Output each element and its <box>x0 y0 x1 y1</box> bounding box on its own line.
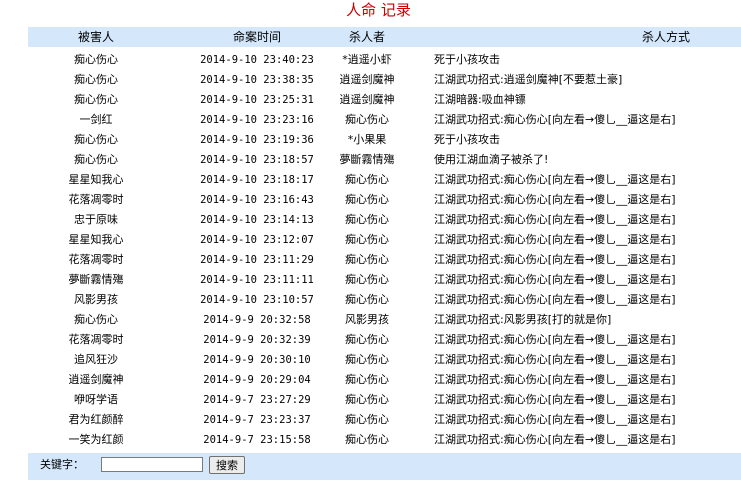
table-row: 风影男孩 2014-9-10 23:10:57 痴心伤心 江湖武功招式:痴心伤心[向左… <box>28 290 741 310</box>
victim-cell: 痴心伤心 <box>74 153 118 166</box>
search-button[interactable]: 搜索 <box>209 456 245 474</box>
table-row: 痴心伤心 2014-9-9 20:32:58 风影男孩 江湖武功招式:风影男孩[打的就… <box>28 310 741 330</box>
killer-cell: 痴心伤心 <box>345 393 389 406</box>
killer-cell: *逍遥小虾 <box>342 53 392 66</box>
killer-cell: 痴心伤心 <box>345 293 389 306</box>
method-cell: 江湖武功招式:痴心伤心[向左看→傻乚__逼这是右] <box>434 373 676 386</box>
killer-cell: 痴心伤心 <box>345 433 389 446</box>
method-cell: 江湖武功招式:痴心伤心[向左看→傻乚__逼这是右] <box>434 273 676 286</box>
method-cell: 江湖武功招式:痴心伤心[向左看→傻乚__逼这是右] <box>434 113 676 126</box>
victim-cell: 一剑红 <box>79 113 113 126</box>
victim-cell: 咿呀学语 <box>74 393 118 406</box>
killer-cell: 夢斷霧情殤 <box>339 153 395 166</box>
method-cell: 江湖武功招式:痴心伤心[向左看→傻乚__逼这是右] <box>434 173 676 186</box>
method-cell: 江湖暗器:吸血神镖 <box>434 93 526 106</box>
method-cell: 江湖武功招式:痴心伤心[向左看→傻乚__逼这是右] <box>434 193 676 206</box>
victim-cell: 痴心伤心 <box>74 53 118 66</box>
killer-cell: 痴心伤心 <box>345 193 389 206</box>
table-header: 被害人 命案时间 杀人者 杀人方式 <box>28 27 741 47</box>
method-cell: 江湖武功招式:风影男孩[打的就是你] <box>434 313 612 326</box>
victim-cell: 花落凋零时 <box>68 193 124 206</box>
header-victim: 被害人 <box>77 30 114 44</box>
method-cell: 江湖武功招式:痴心伤心[向左看→傻乚__逼这是右] <box>434 213 676 226</box>
method-cell: 江湖武功招式:痴心伤心[向左看→傻乚__逼这是右] <box>434 293 676 306</box>
killer-cell: 逍遥剑魔神 <box>339 93 395 106</box>
killer-cell: 痴心伤心 <box>345 113 389 126</box>
victim-cell: 星星知我心 <box>68 233 124 246</box>
victim-cell: 痴心伤心 <box>74 313 118 326</box>
victim-cell: 花落凋零时 <box>68 333 124 346</box>
table-row: 花落凋零时 2014-9-10 23:16:43 痴心伤心 江湖武功招式:痴心伤心[向… <box>28 190 741 210</box>
method-cell: 江湖武功招式:痴心伤心[向左看→傻乚__逼这是右] <box>434 413 676 426</box>
victim-cell: 痴心伤心 <box>74 73 118 86</box>
table-row: 痴心伤心 2014-9-10 23:19:36 *小果果 死于小孩攻击 <box>28 130 741 150</box>
method-cell: 江湖武功招式:痴心伤心[向左看→傻乚__逼这是右] <box>434 433 676 446</box>
victim-cell: 痴心伤心 <box>74 93 118 106</box>
killer-cell: 痴心伤心 <box>345 253 389 266</box>
table-row: 君为红颜醉 2014-9-7 23:23:37 痴心伤心 江湖武功招式:痴心伤心[向左… <box>28 410 741 430</box>
victim-cell: 痴心伤心 <box>74 133 118 146</box>
killer-cell: 痴心伤心 <box>345 233 389 246</box>
killer-cell: 痴心伤心 <box>345 213 389 226</box>
table-row: 星星知我心 2014-9-10 23:12:07 痴心伤心 江湖武功招式:痴心伤心[向… <box>28 230 741 250</box>
killer-cell: 痴心伤心 <box>345 173 389 186</box>
method-cell: 江湖武功招式:逍遥剑魔神[不要惹土豪] <box>434 73 623 86</box>
search-bar: 关键字： 搜索 <box>28 453 741 480</box>
table-row: 痴心伤心 2014-9-10 23:38:35 逍遥剑魔神 江湖武功招式:逍遥剑魔神[… <box>28 70 741 90</box>
victim-cell: 忠于原味 <box>74 213 118 226</box>
killer-cell: 痴心伤心 <box>345 273 389 286</box>
killer-cell: 风影男孩 <box>345 313 389 326</box>
method-cell: 江湖武功招式:痴心伤心[向左看→傻乚__逼这是右] <box>434 393 676 406</box>
table-row: 痴心伤心 2014-9-10 23:40:23 *逍遥小虾 死于小孩攻击 <box>28 50 741 70</box>
table-row: 花落凋零时 2014-9-9 20:32:39 痴心伤心 江湖武功招式:痴心伤心[向左… <box>28 330 741 350</box>
method-cell: 江湖武功招式:痴心伤心[向左看→傻乚__逼这是右] <box>434 253 676 266</box>
keyword-input[interactable] <box>101 457 203 472</box>
table-row: 一笑为红颜 2014-9-7 23:15:58 痴心伤心 江湖武功招式:痴心伤心[向左… <box>28 430 741 450</box>
method-cell: 江湖武功招式:痴心伤心[向左看→傻乚__逼这是右] <box>434 333 676 346</box>
table-row: 花落凋零时 2014-9-10 23:11:29 痴心伤心 江湖武功招式:痴心伤心[向… <box>28 250 741 270</box>
victim-cell: 风影男孩 <box>74 293 118 306</box>
victim-cell: 星星知我心 <box>68 173 124 186</box>
victim-cell: 逍遥剑魔神 <box>68 373 124 386</box>
table-row: 夢斷霧情殤 2014-9-10 23:11:11 痴心伤心 江湖武功招式:痴心伤心[向… <box>28 270 741 290</box>
table-row: 星星知我心 2014-9-10 23:18:17 痴心伤心 江湖武功招式:痴心伤心[向… <box>28 170 741 190</box>
header-method: 杀人方式 <box>642 30 691 44</box>
table-row: 咿呀学语 2014-9-7 23:27:29 痴心伤心 江湖武功招式:痴心伤心[向左看… <box>28 390 741 410</box>
kill-record-table: 痴心伤心 2014-9-10 23:40:23 *逍遥小虾 死于小孩攻击 痴心伤心 201… <box>28 50 741 450</box>
table-row: 逍遥剑魔神 2014-9-9 20:29:04 痴心伤心 江湖武功招式:痴心伤心[向左… <box>28 370 741 390</box>
victim-cell: 夢斷霧情殤 <box>68 273 124 286</box>
keyword-label: 关键字： <box>40 458 84 471</box>
killer-cell: 逍遥剑魔神 <box>339 73 395 86</box>
table-row: 追风狂沙 2014-9-9 20:30:10 痴心伤心 江湖武功招式:痴心伤心[向左看… <box>28 350 741 370</box>
victim-cell: 一笑为红颜 <box>68 433 124 446</box>
method-cell: 死于小孩攻击 <box>434 53 500 66</box>
method-cell: 使用江湖血滴子被杀了! <box>434 153 549 166</box>
killer-cell: 痴心伤心 <box>345 413 389 426</box>
killer-cell: *小果果 <box>347 133 387 146</box>
method-cell: 江湖武功招式:痴心伤心[向左看→傻乚__逼这是右] <box>434 353 676 366</box>
header-killer: 杀人者 <box>348 30 385 44</box>
killer-cell: 痴心伤心 <box>345 353 389 366</box>
victim-cell: 君为红颜醉 <box>68 413 124 426</box>
table-row: 痴心伤心 2014-9-10 23:18:57 夢斷霧情殤 使用江湖血滴子被杀了! <box>28 150 741 170</box>
killer-cell: 痴心伤心 <box>345 333 389 346</box>
table-row: 痴心伤心 2014-9-10 23:25:31 逍遥剑魔神 江湖暗器:吸血神镖 <box>28 90 741 110</box>
page-title: 人命 记录 <box>346 1 411 19</box>
killer-cell: 痴心伤心 <box>345 373 389 386</box>
table-row: 忠于原味 2014-9-10 23:14:13 痴心伤心 江湖武功招式:痴心伤心[向左… <box>28 210 741 230</box>
victim-cell: 花落凋零时 <box>68 253 124 266</box>
method-cell: 死于小孩攻击 <box>434 133 500 146</box>
table-row: 一剑红 2014-9-10 23:23:16 痴心伤心 江湖武功招式:痴心伤心[向左看… <box>28 110 741 130</box>
victim-cell: 追风狂沙 <box>74 353 118 366</box>
method-cell: 江湖武功招式:痴心伤心[向左看→傻乚__逼这是右] <box>434 233 676 246</box>
